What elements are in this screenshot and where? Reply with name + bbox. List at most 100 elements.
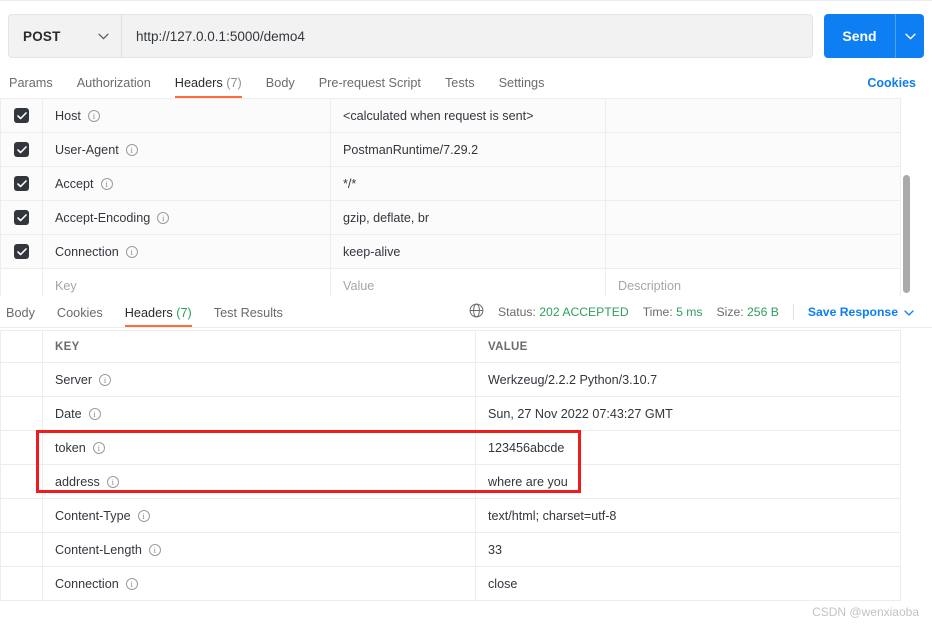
- status-code: Status: 202 ACCEPTED: [498, 305, 629, 319]
- tab-label: Settings: [498, 76, 545, 90]
- info-icon[interactable]: i: [106, 475, 119, 488]
- tab-label: Test Results: [213, 306, 283, 320]
- response-header-key: address: [55, 474, 100, 489]
- new-header-key-input[interactable]: Key: [43, 269, 330, 296]
- new-header-row[interactable]: Key Value Description: [0, 268, 901, 296]
- info-icon[interactable]: i: [88, 407, 101, 420]
- row-checkbox[interactable]: [14, 142, 29, 157]
- size-label: Size:: [716, 305, 744, 319]
- info-icon[interactable]: i: [148, 543, 161, 556]
- save-response-button[interactable]: Save Response: [808, 305, 914, 319]
- new-header-value-input[interactable]: Value: [331, 269, 605, 296]
- tab-params[interactable]: Params: [9, 76, 53, 98]
- cookies-link[interactable]: Cookies: [867, 76, 916, 90]
- tab-label: Params: [9, 76, 53, 90]
- header-key: Host: [55, 108, 81, 123]
- response-header-key: token: [55, 440, 86, 455]
- header-key: Connection: [55, 244, 119, 259]
- response-header-key: Date: [55, 406, 82, 421]
- table-row[interactable]: Server i Werkzeug/2.2.2 Python/3.10.7: [0, 362, 901, 397]
- column-header-value: VALUE: [488, 340, 528, 353]
- tab-body[interactable]: Body: [266, 76, 295, 98]
- table-row[interactable]: Accept i */*: [0, 166, 901, 201]
- tab-label: Pre-request Script: [318, 76, 421, 90]
- status-value: 202 ACCEPTED: [539, 305, 629, 319]
- request-bar: POST http://127.0.0.1:5000/demo4 Send: [8, 14, 924, 58]
- header-value: keep-alive: [343, 244, 401, 259]
- tab-label: Cookies: [56, 306, 103, 320]
- request-table-scrollbar[interactable]: [903, 175, 910, 293]
- info-icon[interactable]: i: [100, 177, 113, 190]
- response-tab-body[interactable]: Body: [6, 306, 35, 327]
- row-checkbox[interactable]: [14, 108, 29, 123]
- table-row[interactable]: Connection i close: [0, 566, 901, 601]
- time-value: 5 ms: [676, 305, 703, 319]
- table-row[interactable]: Content-Length i 33: [0, 532, 901, 567]
- info-icon[interactable]: i: [137, 509, 150, 522]
- tab-label: Headers: [174, 76, 223, 90]
- table-row[interactable]: Date i Sun, 27 Nov 2022 07:43:27 GMT: [0, 396, 901, 431]
- table-row-highlighted[interactable]: token i 123456abcde: [0, 430, 901, 465]
- table-row[interactable]: User-Agent i PostmanRuntime/7.29.2: [0, 132, 901, 167]
- new-header-description-input[interactable]: Description: [606, 269, 900, 296]
- table-row[interactable]: Host i <calculated when request is sent>: [0, 98, 901, 133]
- table-row[interactable]: Content-Type i text/html; charset=utf-8: [0, 498, 901, 533]
- response-header-key: Connection: [55, 576, 119, 591]
- status-divider: [792, 304, 794, 320]
- response-tab-headers[interactable]: Headers (7): [124, 306, 192, 327]
- row-checkbox[interactable]: [14, 210, 29, 225]
- row-checkbox[interactable]: [14, 244, 29, 259]
- response-header-value: 33: [488, 542, 503, 557]
- tab-tests[interactable]: Tests: [445, 76, 475, 98]
- response-tab-cookies[interactable]: Cookies: [57, 306, 103, 327]
- tab-label: Authorization: [76, 76, 151, 90]
- info-icon[interactable]: i: [125, 245, 138, 258]
- table-row[interactable]: Connection i keep-alive: [0, 234, 901, 269]
- response-size: Size: 256 B: [717, 305, 779, 319]
- response-header-key: Server: [55, 372, 93, 387]
- chevron-down-icon: [904, 305, 914, 319]
- info-icon[interactable]: i: [87, 109, 100, 122]
- info-icon[interactable]: i: [99, 373, 112, 386]
- table-row[interactable]: Accept-Encoding i gzip, deflate, br: [0, 200, 901, 235]
- size-value: 256 B: [747, 305, 779, 319]
- header-key: Accept: [55, 176, 94, 191]
- status-label: Status:: [497, 305, 536, 319]
- response-header-value: close: [488, 576, 518, 591]
- table-row-highlighted[interactable]: address i where are you: [0, 464, 901, 499]
- request-headers-table: Host i <calculated when request is sent> …: [0, 98, 932, 296]
- tab-settings[interactable]: Settings: [499, 76, 545, 98]
- response-header-value: Werkzeug/2.2.2 Python/3.10.7: [488, 372, 658, 387]
- response-status-bar: Status: 202 ACCEPTED Time: 5 ms Size: 25…: [469, 303, 914, 321]
- tab-pre-request-script[interactable]: Pre-request Script: [319, 76, 421, 98]
- tab-label: Body: [6, 306, 35, 320]
- response-header-value: text/html; charset=utf-8: [488, 508, 617, 523]
- info-icon[interactable]: i: [157, 211, 170, 224]
- info-icon[interactable]: i: [125, 143, 138, 156]
- tab-count: (7): [226, 76, 242, 90]
- tab-authorization[interactable]: Authorization: [77, 76, 151, 98]
- send-button-group: Send: [824, 14, 924, 58]
- send-button[interactable]: Send: [824, 14, 895, 58]
- header-value: gzip, deflate, br: [343, 210, 430, 225]
- tab-label: Body: [265, 76, 295, 90]
- response-header-key: Content-Length: [55, 542, 142, 557]
- response-header-key: Content-Type: [55, 508, 131, 523]
- tab-headers[interactable]: Headers (7): [174, 76, 242, 98]
- info-icon[interactable]: i: [125, 577, 138, 590]
- tab-count: (7): [176, 306, 192, 320]
- response-header-value: where are you: [488, 474, 568, 489]
- info-icon[interactable]: i: [92, 441, 105, 454]
- save-response-label: Save Response: [807, 305, 898, 319]
- response-tab-test-results[interactable]: Test Results: [214, 306, 283, 327]
- row-checkbox[interactable]: [14, 176, 29, 191]
- header-key: Accept-Encoding: [55, 210, 151, 225]
- http-method-select[interactable]: POST: [8, 14, 121, 58]
- send-options-button[interactable]: [895, 14, 924, 58]
- http-method-label: POST: [23, 28, 61, 44]
- response-headers-table: KEY VALUE Server i Werkzeug/2.2.2 Python/…: [0, 330, 932, 601]
- table-header-row: KEY VALUE: [0, 330, 901, 363]
- response-time: Time: 5 ms: [643, 305, 703, 319]
- top-divider: [0, 0, 932, 1]
- url-input[interactable]: http://127.0.0.1:5000/demo4: [121, 14, 813, 58]
